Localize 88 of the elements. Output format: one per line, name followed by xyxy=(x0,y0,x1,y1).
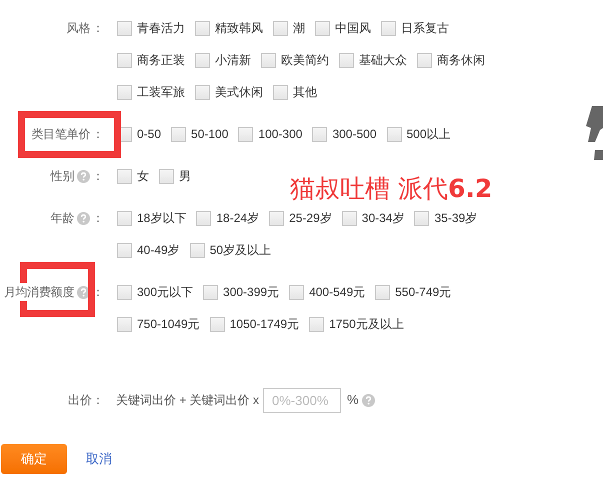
option-label: 青春活力 xyxy=(137,20,185,37)
option-label: 50-100 xyxy=(191,126,228,143)
option-label: 潮 xyxy=(293,20,305,37)
checkbox[interactable] xyxy=(117,210,132,226)
option-label: 500以上 xyxy=(406,126,451,143)
checkbox[interactable] xyxy=(117,168,132,184)
checkbox[interactable] xyxy=(289,284,304,300)
checkbox[interactable] xyxy=(414,210,430,226)
checkbox[interactable] xyxy=(309,316,324,332)
help-icon[interactable] xyxy=(362,394,375,406)
cancel-link[interactable]: 取消 xyxy=(86,449,112,469)
option-label: 550-749元 xyxy=(395,284,452,301)
help-icon[interactable] xyxy=(77,170,90,182)
formula-text: 关键词出价 + 关键词出价 x xyxy=(116,392,260,409)
checkbox[interactable] xyxy=(117,316,132,332)
checkbox[interactable] xyxy=(117,52,132,68)
option-label: 1750元及以上 xyxy=(329,316,404,333)
figure-drawing xyxy=(586,106,603,160)
option-label: 25-29岁 xyxy=(289,210,332,227)
checkbox[interactable] xyxy=(117,242,132,258)
checkbox[interactable] xyxy=(261,52,276,68)
option-label: 小清新 xyxy=(215,52,251,69)
option-label: 中国风 xyxy=(335,20,371,37)
checkbox[interactable] xyxy=(159,168,174,184)
checkbox[interactable] xyxy=(190,242,205,258)
option-label: 美式休闲 xyxy=(215,84,263,101)
checkbox[interactable] xyxy=(196,210,212,226)
label-colon: ： xyxy=(92,210,104,227)
option-label: 商务休闲 xyxy=(437,52,485,69)
option-label: 100-300 xyxy=(258,126,302,143)
checkbox[interactable] xyxy=(315,20,330,36)
checkbox[interactable] xyxy=(273,84,288,100)
option-label: 40-49岁 xyxy=(137,242,180,259)
checkbox[interactable] xyxy=(195,52,210,68)
option-label: 0-50 xyxy=(137,126,162,143)
checkbox[interactable] xyxy=(117,284,132,300)
option-label: 男 xyxy=(179,168,191,185)
label-colon: ： xyxy=(92,168,104,185)
option-label: 300-500 xyxy=(332,126,376,143)
label-colon: ： xyxy=(92,20,104,37)
checkbox[interactable] xyxy=(195,20,210,36)
checkbox[interactable] xyxy=(195,84,210,100)
field-label: 类目笔单价 xyxy=(31,125,90,143)
option-label: 欧美简约 xyxy=(281,52,329,69)
option-label: 300-399元 xyxy=(223,284,280,301)
percent-field[interactable]: 0%-300% xyxy=(263,388,342,412)
checkbox[interactable] xyxy=(386,126,402,142)
unit-label: % xyxy=(347,391,359,410)
option-label: 18-24岁 xyxy=(216,210,260,227)
field-label: 年龄 xyxy=(50,209,74,227)
option-label: 工装军旅 xyxy=(137,84,185,101)
option-label: 基础大众 xyxy=(359,52,407,69)
help-icon[interactable] xyxy=(77,212,90,224)
field-label: 月均消费额度 xyxy=(4,283,74,301)
label-colon: ： xyxy=(92,284,104,301)
checkbox[interactable] xyxy=(339,52,354,68)
option-label: 其他 xyxy=(293,84,317,101)
checkbox[interactable] xyxy=(312,126,328,142)
checkbox[interactable] xyxy=(171,126,186,142)
field-label: 出价： xyxy=(68,392,104,409)
option-label: 750-1049元 xyxy=(137,316,200,333)
option-label: 400-549元 xyxy=(309,284,366,301)
checkbox[interactable] xyxy=(417,52,432,68)
option-label: 商务正装 xyxy=(137,52,185,69)
option-label: 35-39岁 xyxy=(434,210,478,227)
annotation-text: 猫叔吐槽 派代6.2 xyxy=(290,173,492,205)
checkbox[interactable] xyxy=(273,20,288,36)
option-label: 1050-1749元 xyxy=(230,316,300,333)
field-label: 风格 xyxy=(66,19,90,37)
option-label: 30-34岁 xyxy=(362,210,404,227)
option-label: 精致韩风 xyxy=(215,20,263,37)
label-colon: ： xyxy=(92,126,104,143)
checkbox[interactable] xyxy=(117,20,132,36)
help-icon[interactable] xyxy=(77,286,90,298)
checkbox[interactable] xyxy=(210,316,225,332)
checkbox[interactable] xyxy=(342,210,357,226)
field-label: 性别 xyxy=(50,167,74,185)
option-label: 女 xyxy=(137,168,149,185)
checkbox[interactable] xyxy=(203,284,218,300)
option-label: 18岁以下 xyxy=(137,210,186,227)
option-label: 日系复古 xyxy=(401,20,449,37)
checkbox[interactable] xyxy=(238,126,254,142)
checkbox[interactable] xyxy=(269,210,284,226)
checkbox[interactable] xyxy=(117,84,132,100)
checkbox[interactable] xyxy=(381,20,396,36)
option-label: 50岁及以上 xyxy=(210,242,272,259)
checkbox[interactable] xyxy=(375,284,390,300)
option-label: 300元以下 xyxy=(137,284,194,301)
